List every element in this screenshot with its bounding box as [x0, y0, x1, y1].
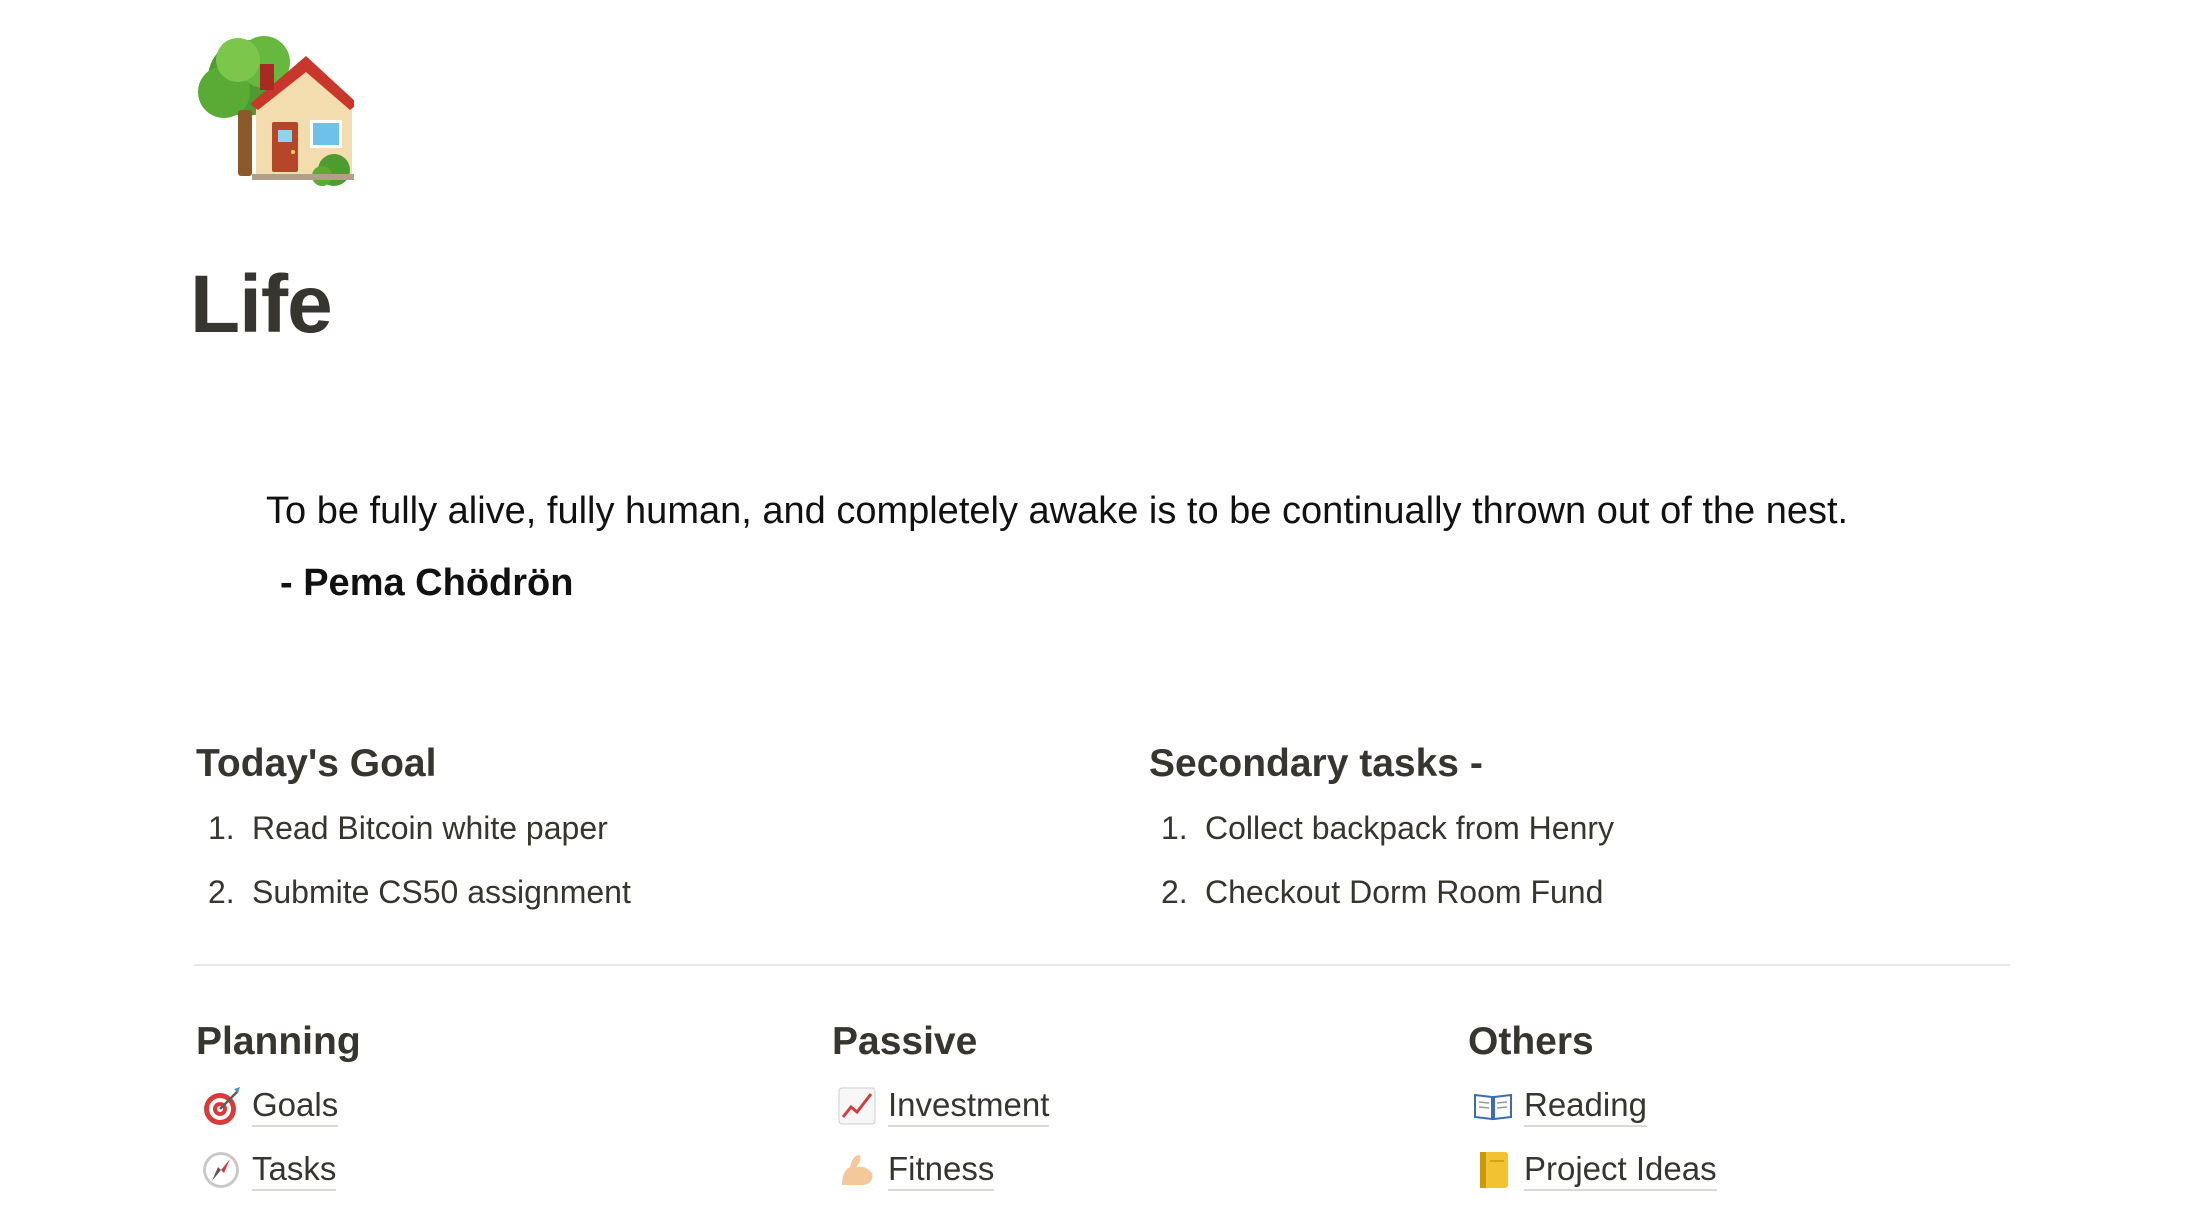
others-heading[interactable]: Others — [1468, 1014, 1717, 1070]
page-link-project-ideas[interactable]: Project Ideas — [1468, 1138, 1717, 1202]
direct-hit-target-icon — [196, 1078, 252, 1134]
passive-section: Passive Investment Fitness — [832, 1014, 1050, 1202]
secondary-tasks-heading[interactable]: Secondary tasks - — [1149, 736, 1614, 792]
list-item[interactable]: 1. Collect backpack from Henry — [1149, 796, 1614, 860]
passive-links: Investment Fitness — [832, 1074, 1050, 1202]
flexed-biceps-icon — [832, 1142, 888, 1198]
planning-heading[interactable]: Planning — [196, 1014, 361, 1070]
page-link-label[interactable]: Reading — [1524, 1085, 1647, 1127]
list-item-text[interactable]: Submite CS50 assignment — [252, 874, 631, 911]
list-number: 1. — [1161, 809, 1188, 846]
page-link-investment[interactable]: Investment — [832, 1074, 1050, 1138]
page-link-goals[interactable]: Goals — [196, 1074, 361, 1138]
page-link-label[interactable]: Investment — [888, 1085, 1050, 1127]
todays-goal-section: Today's Goal 1. Read Bitcoin white paper… — [196, 736, 631, 924]
passive-heading[interactable]: Passive — [832, 1014, 1049, 1070]
ledger-notebook-icon — [1468, 1142, 1524, 1198]
page-link-label[interactable]: Tasks — [252, 1149, 337, 1191]
divider — [194, 964, 2010, 966]
list-number: 2. — [1161, 873, 1188, 910]
page-link-label[interactable]: Fitness — [888, 1149, 995, 1191]
list-number: 1. — [208, 809, 235, 846]
quote-text[interactable]: To be fully alive, fully human, and comp… — [266, 486, 1848, 536]
list-item-text[interactable]: Read Bitcoin white paper — [252, 810, 608, 847]
secondary-tasks-section: Secondary tasks - 1. Collect backpack fr… — [1149, 736, 1614, 924]
page-link-label[interactable]: Project Ideas — [1524, 1149, 1717, 1191]
list-item-text[interactable]: Checkout Dorm Room Fund — [1205, 874, 1603, 911]
page-link-reading[interactable]: Reading — [1468, 1074, 1717, 1138]
quote-author[interactable]: - Pema Chödrön — [280, 558, 573, 608]
others-section: Others Reading Project Ideas — [1468, 1014, 1717, 1202]
others-links: Reading Project Ideas — [1468, 1074, 1717, 1202]
house-with-garden-icon[interactable] — [194, 30, 354, 186]
planning-links: Goals Tasks — [196, 1074, 361, 1202]
open-book-icon — [1468, 1078, 1524, 1134]
list-item[interactable]: 1. Read Bitcoin white paper — [196, 796, 631, 860]
todays-goal-list: 1. Read Bitcoin white paper 2. Submite C… — [196, 796, 631, 924]
notion-page: Life To be fully alive, fully human, and… — [0, 0, 2188, 1214]
list-item[interactable]: 2. Checkout Dorm Room Fund — [1149, 860, 1614, 924]
compass-icon — [196, 1142, 252, 1198]
list-item[interactable]: 2. Submite CS50 assignment — [196, 860, 631, 924]
todays-goal-heading[interactable]: Today's Goal — [196, 736, 631, 792]
secondary-tasks-list: 1. Collect backpack from Henry 2. Checko… — [1149, 796, 1614, 924]
page-link-label[interactable]: Goals — [252, 1085, 339, 1127]
page-title[interactable]: Life — [190, 255, 333, 355]
list-number: 2. — [208, 873, 235, 910]
chart-increasing-icon — [832, 1078, 888, 1134]
planning-section: Planning Goals Tasks — [196, 1014, 361, 1202]
page-link-fitness[interactable]: Fitness — [832, 1138, 1049, 1202]
list-item-text[interactable]: Collect backpack from Henry — [1205, 810, 1614, 847]
page-link-tasks[interactable]: Tasks — [196, 1138, 361, 1202]
